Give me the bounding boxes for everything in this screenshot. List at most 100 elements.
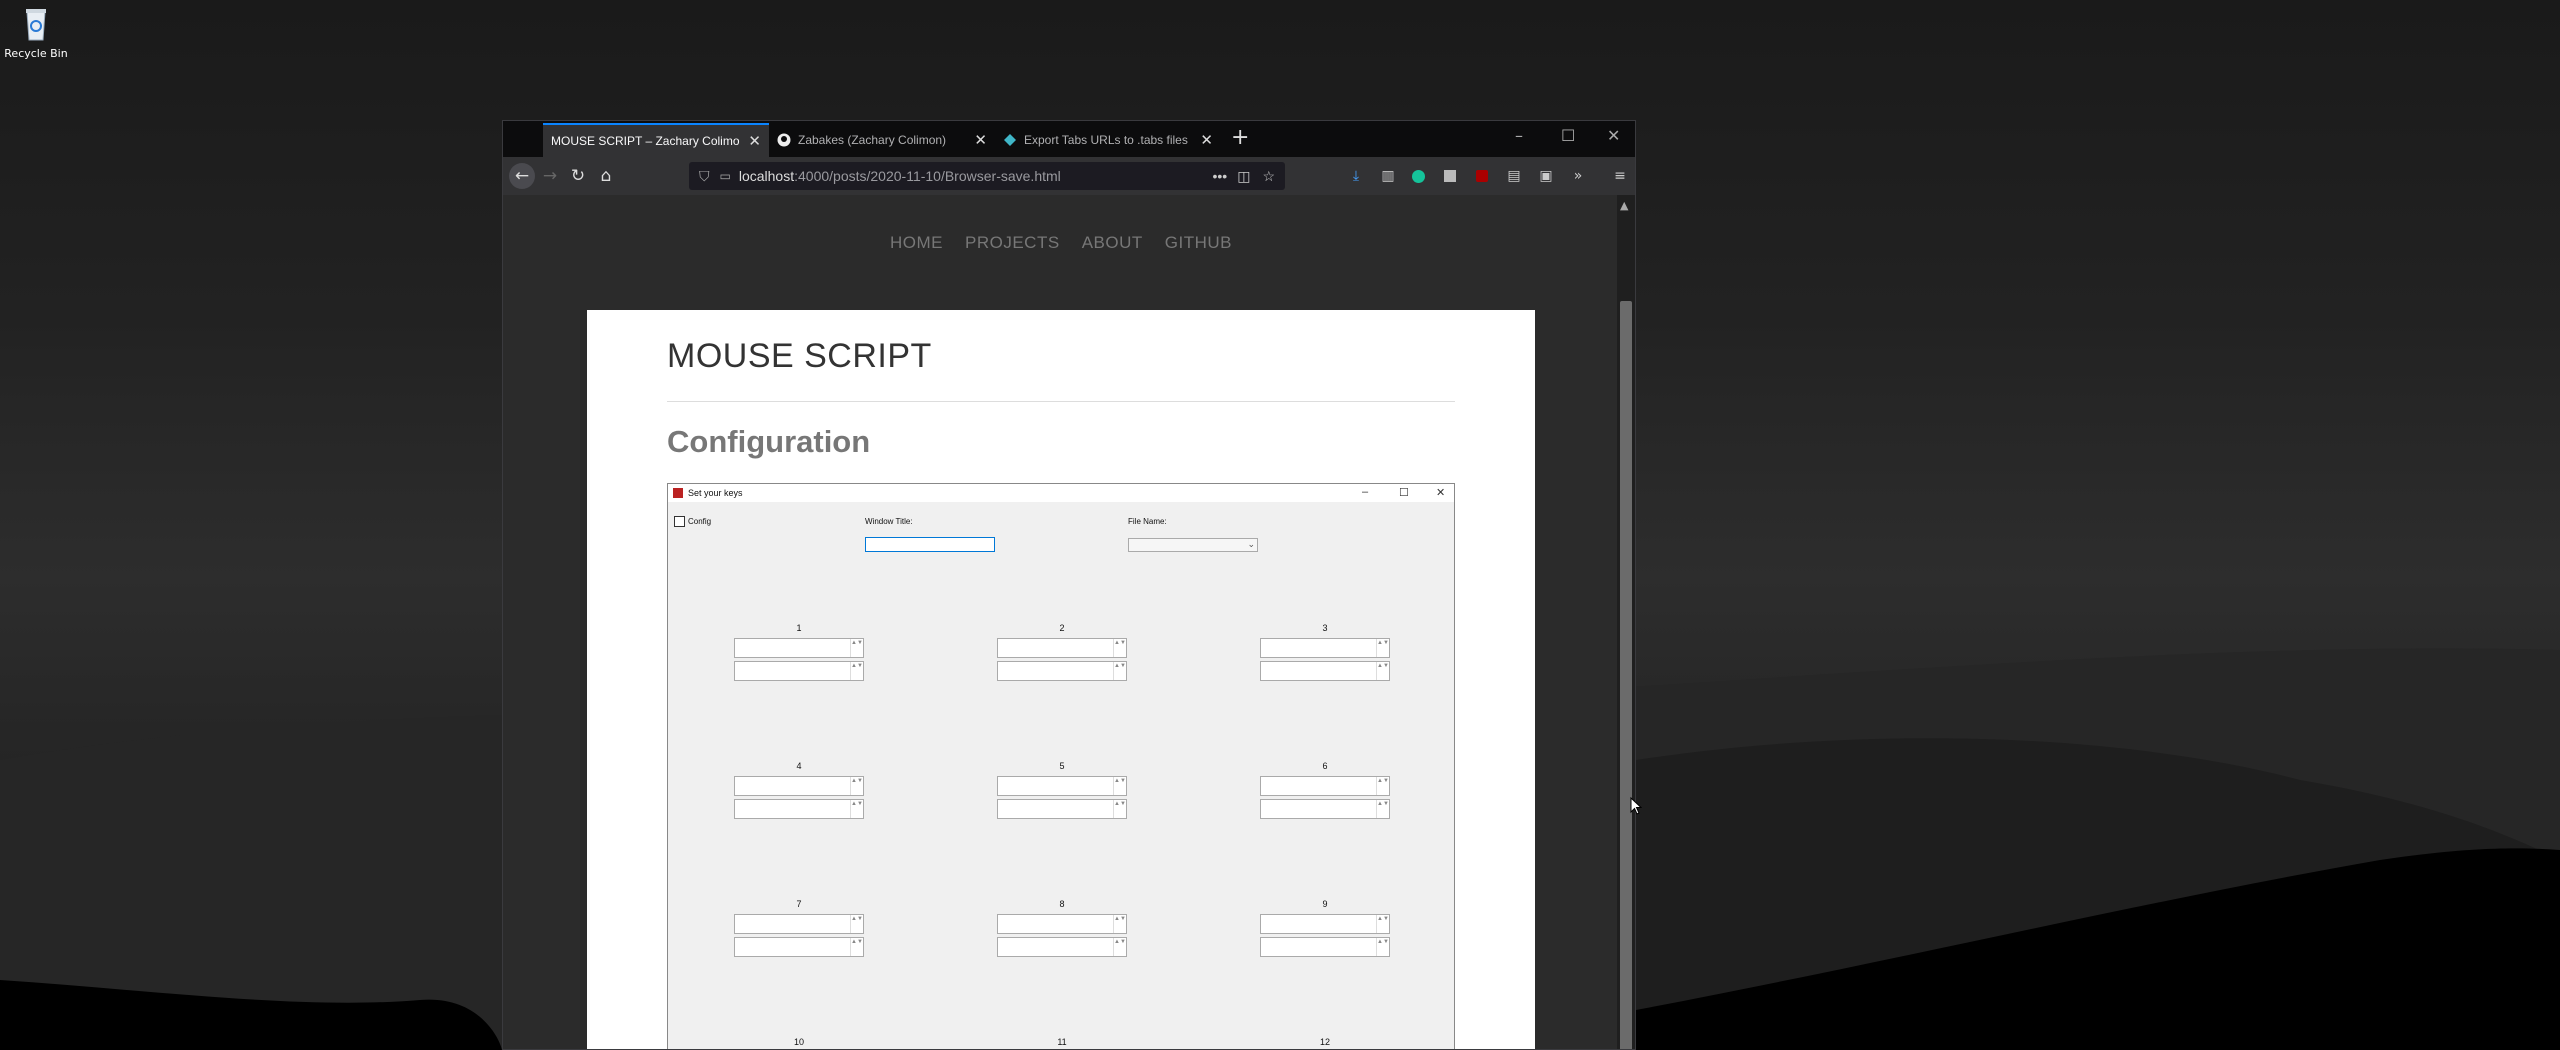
slot-number-label: 10 [793, 1037, 804, 1047]
slot-key-spinner: ▲▼ [997, 914, 1127, 934]
spin-arrows-icon: ▲▼ [1113, 938, 1126, 956]
url-path: :4000/posts/2020-11-10/Browser-save.html [794, 168, 1061, 184]
slot-number-label: 5 [1059, 761, 1065, 771]
slot-number-label: 7 [796, 899, 802, 909]
spin-arrows-icon: ▲▼ [1376, 938, 1389, 956]
pocket-icon[interactable]: ◫ [1237, 168, 1250, 185]
slot-number-label: 1 [796, 623, 802, 633]
post-title: MOUSE SCRIPT [667, 337, 932, 375]
slot-value-spinner: ▲▼ [1260, 661, 1390, 681]
spin-arrows-icon: ▲▼ [1376, 915, 1389, 933]
form-title: Set your keys [688, 488, 743, 498]
nav-github-link[interactable]: GITHUB [1165, 233, 1232, 252]
slot-key-spinner: ▲▼ [1260, 776, 1390, 796]
reload-button[interactable]: ↻ [565, 163, 591, 189]
slot-key-spinner: ▲▼ [734, 776, 864, 796]
close-tab-icon[interactable]: ✕ [974, 131, 987, 149]
overflow-chevron-icon[interactable]: » [1569, 167, 1587, 185]
slot-key-spinner: ▲▼ [997, 776, 1127, 796]
form-maximize-icon: ☐ [1399, 487, 1409, 499]
spin-arrows-icon: ▲▼ [1376, 777, 1389, 795]
browser-window: MOUSE SCRIPT – Zachary Colimon ✕ Zabakes… [502, 120, 1636, 1050]
file-name-label: File Name: [1128, 517, 1167, 526]
slot-number-label: 4 [796, 761, 802, 771]
url-bar[interactable]: ⛉ ▭ localhost:4000/posts/2020-11-10/Brow… [689, 162, 1285, 190]
url-host: localhost [738, 168, 795, 184]
config-checkbox [674, 516, 685, 527]
ublock-icon[interactable] [1473, 167, 1491, 185]
recycle-bin-label: Recycle Bin [4, 47, 68, 60]
recycle-bin-shortcut[interactable]: Recycle Bin [4, 6, 68, 60]
slot-number-label: 11 [1057, 1037, 1067, 1047]
tab-title: Export Tabs URLs to .tabs files [1024, 133, 1188, 147]
slot-value-spinner: ▲▼ [997, 661, 1127, 681]
config-window-screenshot: Set your keys – ☐ ✕ Config Window Title:… [667, 483, 1455, 1049]
page-info-icon: ▭ [719, 169, 731, 183]
spin-arrows-icon: ▲▼ [850, 938, 863, 956]
tab-mouse-script[interactable]: MOUSE SCRIPT – Zachary Colimon ✕ [543, 123, 769, 157]
slot-number-label: 6 [1322, 761, 1328, 771]
spin-arrows-icon: ▲▼ [1376, 800, 1389, 818]
tab-title: MOUSE SCRIPT – Zachary Colimon [551, 134, 741, 148]
file-name-dropdown: ⌄ [1128, 538, 1258, 552]
nav-home-link[interactable]: HOME [890, 233, 943, 252]
containers-icon[interactable]: ▤ [1505, 167, 1523, 185]
slot-number-label: 8 [1059, 899, 1065, 909]
spin-arrows-icon: ▲▼ [1376, 639, 1389, 657]
form-titlebar: Set your keys – ☐ ✕ [668, 484, 1454, 502]
github-icon [777, 133, 791, 147]
tab-export-tabs[interactable]: Export Tabs URLs to .tabs files ✕ [995, 123, 1221, 157]
forward-button[interactable]: → [537, 163, 563, 189]
bookmark-star-icon[interactable]: ☆ [1262, 168, 1275, 185]
tab-github-zabakes[interactable]: Zabakes (Zachary Colimon) ✕ [769, 123, 995, 157]
spin-arrows-icon: ▲▼ [850, 662, 863, 680]
close-tab-icon[interactable]: ✕ [1200, 131, 1213, 149]
back-arrow-icon: ← [514, 166, 530, 186]
slot-key-spinner: ▲▼ [997, 638, 1127, 658]
slot-value-spinner: ▲▼ [734, 799, 864, 819]
page-scrollbar[interactable]: ▲ [1617, 195, 1635, 1049]
extension-icon[interactable] [1441, 167, 1459, 185]
config-label: Config [688, 517, 712, 526]
window-title-field [865, 537, 995, 552]
spin-arrows-icon: ▲▼ [1113, 662, 1126, 680]
slot-number-label: 12 [1319, 1037, 1330, 1047]
nav-about-link[interactable]: ABOUT [1082, 233, 1143, 252]
maximize-button[interactable]: ☐ [1561, 127, 1575, 145]
nav-projects-link[interactable]: PROJECTS [965, 233, 1060, 252]
clipboard-icon[interactable]: ▣ [1537, 167, 1555, 185]
tab-strip: MOUSE SCRIPT – Zachary Colimon ✕ Zabakes… [503, 121, 1635, 157]
spin-arrows-icon: ▲▼ [850, 800, 863, 818]
slot-key-spinner: ▲▼ [1260, 638, 1390, 658]
reload-icon: ↻ [570, 166, 586, 186]
slot-key-spinner: ▲▼ [1260, 914, 1390, 934]
shield-icon: ⛉ [699, 167, 710, 184]
scrollbar-thumb[interactable] [1620, 301, 1632, 1049]
spin-arrows-icon: ▲▼ [1113, 639, 1126, 657]
sidebar-icon[interactable]: ▥ [1379, 167, 1397, 185]
forward-arrow-icon: → [542, 166, 558, 186]
close-window-button[interactable]: ✕ [1607, 127, 1620, 145]
back-button[interactable]: ← [509, 163, 535, 189]
mouse-cursor-icon [1630, 797, 1642, 815]
minimize-button[interactable]: – [1515, 127, 1523, 145]
spin-arrows-icon: ▲▼ [1113, 800, 1126, 818]
recycle-bin-icon [26, 9, 46, 41]
spin-arrows-icon: ▲▼ [1113, 777, 1126, 795]
close-tab-icon[interactable]: ✕ [748, 132, 761, 150]
scroll-up-icon[interactable]: ▲ [1620, 199, 1628, 212]
home-icon: ⌂ [600, 166, 612, 186]
grammarly-icon[interactable] [1409, 167, 1427, 185]
slot-key-spinner: ▲▼ [734, 914, 864, 934]
spin-arrows-icon: ▲▼ [1376, 662, 1389, 680]
slot-number-label: 2 [1059, 623, 1065, 633]
page-actions-button[interactable]: ••• [1212, 168, 1227, 184]
post-article: MOUSE SCRIPT Configuration Set your keys… [587, 310, 1535, 1049]
new-tab-button[interactable]: + [1231, 127, 1249, 149]
home-button[interactable]: ⌂ [593, 163, 619, 189]
slot-number-label: 9 [1322, 899, 1328, 909]
downloads-icon[interactable]: ⤓ [1347, 167, 1365, 185]
hamburger-menu-icon[interactable]: ≡ [1611, 167, 1629, 185]
form-minimize-icon: – [1362, 486, 1369, 498]
app-icon [673, 488, 683, 498]
